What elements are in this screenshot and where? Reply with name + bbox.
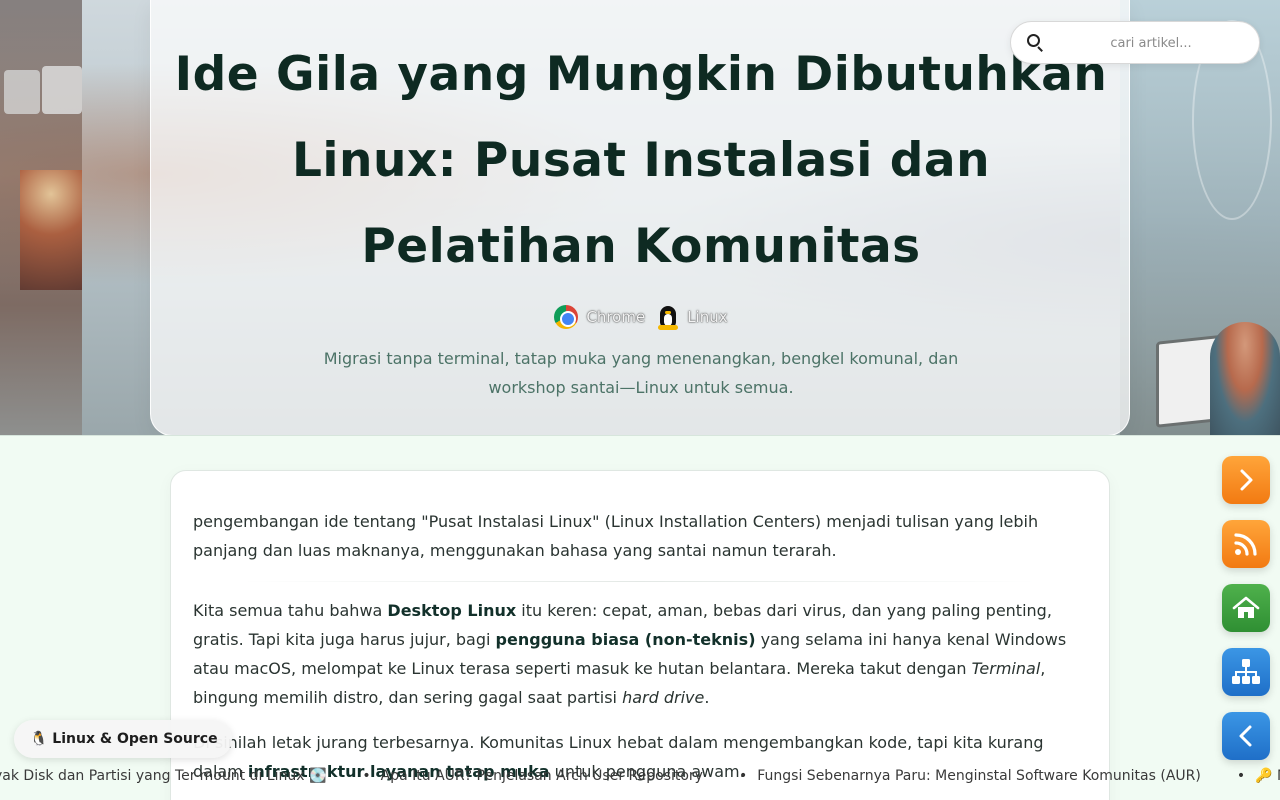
- chrome-icon: [554, 305, 579, 329]
- tag-label: Chrome: [586, 308, 646, 326]
- rss-button[interactable]: [1222, 520, 1270, 568]
- tag-linux[interactable]: Linux: [657, 304, 728, 330]
- tag-label: Linux: [687, 308, 728, 326]
- tux-icon: [657, 304, 679, 330]
- bullet-icon: •: [738, 768, 748, 784]
- hero-background-ac-unit: [42, 66, 82, 114]
- divider: [243, 581, 1037, 582]
- page-subtitle: Migrasi tanpa terminal, tatap muka yang …: [323, 349, 959, 397]
- hero-card: Ide Gila yang Mungkin Dibutuhkan Linux: …: [150, 0, 1131, 435]
- category-badge[interactable]: 🐧 Linux & Open Source: [14, 720, 232, 758]
- ticker-item[interactable]: yak Disk dan Partisi yang Ter-mount di L…: [0, 768, 362, 784]
- chevron-left-icon: [1239, 725, 1252, 747]
- home-icon: [1232, 596, 1260, 618]
- search-box[interactable]: [1010, 21, 1260, 64]
- rss-icon: [1234, 533, 1257, 556]
- hero-background-ac-unit: [4, 70, 40, 114]
- hero-background-person: [1210, 322, 1280, 435]
- bullet-icon: •: [1236, 768, 1246, 784]
- article-body: pengembangan ide tentang "Pusat Instalas…: [170, 470, 1110, 800]
- italic-text: hard drive: [622, 688, 705, 707]
- search-input[interactable]: [1057, 30, 1245, 56]
- bold-text: pengguna biasa (non-teknis): [495, 630, 756, 649]
- badge-label: 🐧 Linux & Open Source: [30, 731, 218, 747]
- article-paragraph: Kita semua tahu bahwa Desktop Linux itu …: [193, 601, 1067, 707]
- news-ticker: yak Disk dan Partisi yang Ter-mount di L…: [0, 762, 1280, 792]
- bold-text: Desktop Linux: [387, 601, 517, 620]
- chevron-right-icon: [1240, 469, 1253, 491]
- page-title: Ide Gila yang Mungkin Dibutuhkan Linux: …: [174, 47, 1108, 274]
- sitemap-button[interactable]: [1222, 648, 1270, 696]
- bullet-icon: •: [362, 768, 371, 784]
- hero-banner: Ide Gila yang Mungkin Dibutuhkan Linux: …: [0, 0, 1280, 436]
- prev-button[interactable]: [1222, 712, 1270, 760]
- hero-background-shop: [20, 170, 82, 290]
- ticker-item[interactable]: • Fungsi Sebenarnya Paru: Menginstal Sof…: [739, 768, 1237, 784]
- ticker-item[interactable]: • Apa Itu AUR? Penjelasan Arch User Repo…: [362, 768, 739, 784]
- tag-list: Chrome Linux: [151, 304, 1131, 330]
- ticker-item[interactable]: • 🔑 Mempe: [1237, 768, 1280, 784]
- search-icon: [1027, 34, 1045, 52]
- tag-chrome[interactable]: Chrome: [554, 305, 645, 329]
- sitemap-icon: [1232, 659, 1260, 684]
- italic-text: Terminal: [971, 659, 1041, 678]
- next-button[interactable]: [1222, 456, 1270, 504]
- article-paragraph: pengembangan ide tentang "Pusat Instalas…: [193, 512, 1039, 560]
- home-button[interactable]: [1222, 584, 1270, 632]
